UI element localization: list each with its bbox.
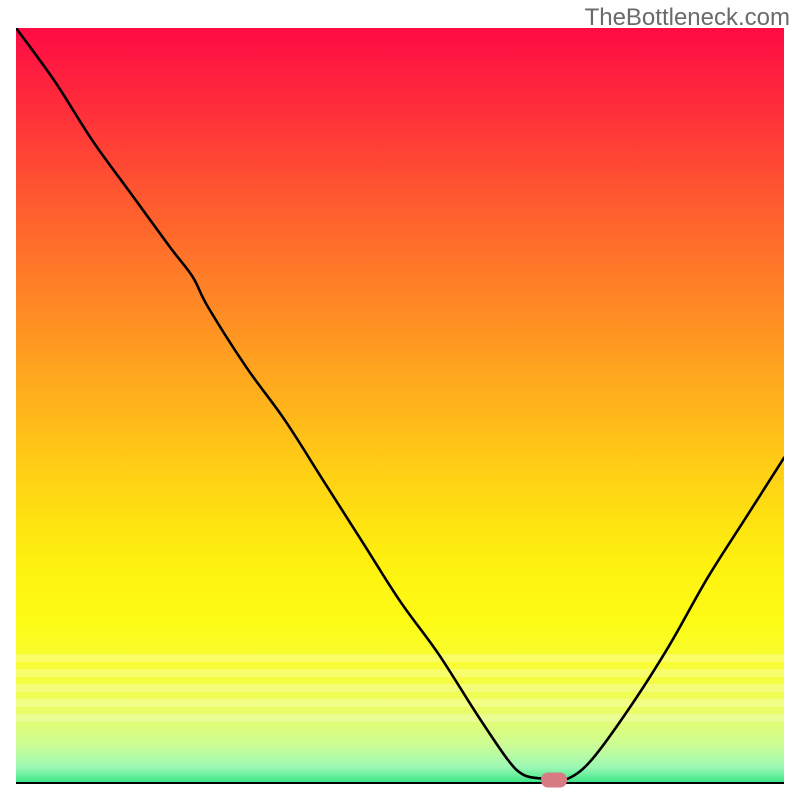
minimum-marker <box>541 773 567 788</box>
chart-container: TheBottleneck.com <box>0 0 800 800</box>
watermark-text: TheBottleneck.com <box>585 4 790 32</box>
plot-area <box>16 28 784 784</box>
bottleneck-curve <box>16 28 784 780</box>
curve-svg <box>16 28 784 782</box>
